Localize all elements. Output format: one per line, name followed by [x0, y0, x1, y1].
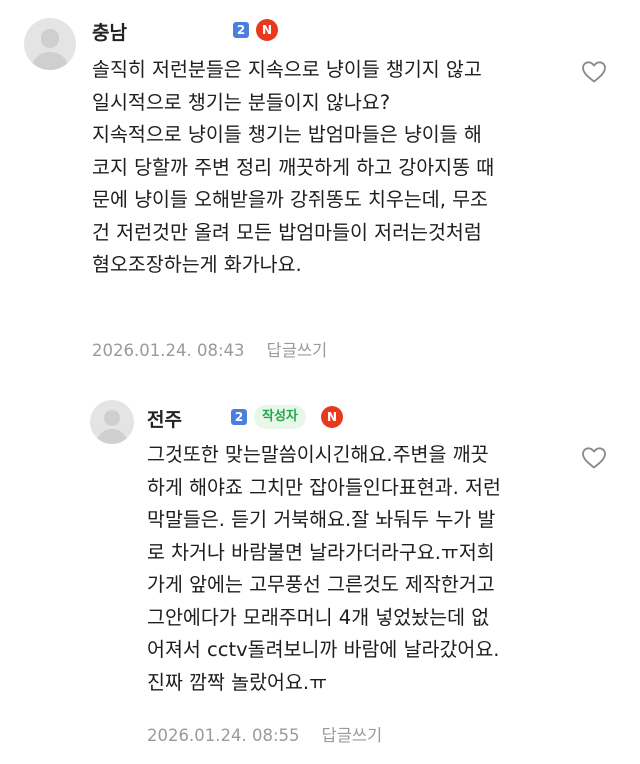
grade-badge: 2: [231, 409, 247, 425]
reply-button[interactable]: 답글쓰기: [322, 726, 383, 745]
like-heart-icon[interactable]: [581, 446, 607, 470]
new-badge: N: [321, 406, 343, 428]
comment-text: 그것또한 맞는말씀이시긴해요.주변을 깨끗 하게 해야죠 그치만 잡아들인다표현…: [147, 443, 501, 694]
grade-badge: 2: [233, 22, 249, 38]
comment-meta: 2026.01.24. 08:55 답글쓰기: [147, 722, 382, 746]
comment-meta: 2026.01.24. 08:43 답글쓰기: [92, 337, 327, 361]
comment-timestamp: 2026.01.24. 08:55: [147, 726, 300, 745]
avatar[interactable]: [24, 18, 76, 70]
author-badge: 작성자: [254, 405, 306, 429]
comment-author[interactable]: 충남: [92, 18, 127, 45]
comment-thread: 충남 2 N 솔직히 저런분들은 지속으로 냥이들 챙기지 않고 일시적으로 챙…: [0, 0, 640, 764]
new-badge: N: [256, 19, 278, 41]
comment-author[interactable]: 전주: [147, 405, 182, 432]
like-heart-icon[interactable]: [581, 60, 607, 84]
avatar[interactable]: [90, 400, 134, 444]
reply-button[interactable]: 답글쓰기: [267, 341, 328, 360]
comment-text: 솔직히 저런분들은 지속으로 냥이들 챙기지 않고 일시적으로 챙기는 분들이지…: [92, 58, 495, 276]
comment-timestamp: 2026.01.24. 08:43: [92, 341, 245, 360]
